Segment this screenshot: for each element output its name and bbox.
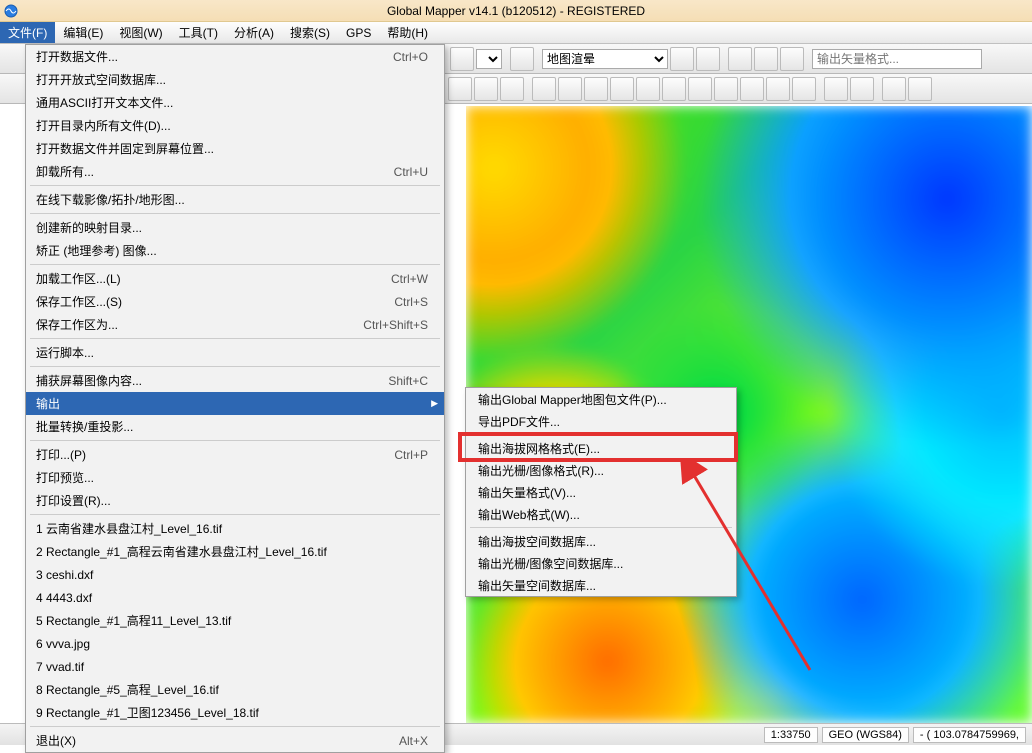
toolbar-btn[interactable] [754,47,778,71]
toolbar-btn[interactable] [766,77,790,101]
file-menu-item[interactable]: 退出(X)Alt+X [26,729,444,752]
file-menu-item[interactable]: 批量转换/重投影... [26,415,444,438]
toolbar-btn[interactable] [670,47,694,71]
export-submenu-item[interactable]: 输出海拔网格格式(E)... [466,437,736,459]
file-menu-item[interactable]: 打开开放式空间数据库... [26,68,444,91]
status-projection: GEO (WGS84) [822,727,909,743]
toolbar-btn[interactable] [510,47,534,71]
file-menu-item[interactable]: 5 Rectangle_#1_高程11_Level_13.tif [26,609,444,632]
export-format-input[interactable] [812,49,982,69]
status-coords: - ( 103.0784759969, [913,727,1026,743]
toolbar-btn[interactable] [824,77,848,101]
status-scale: 1:33750 [764,727,818,743]
toolbar-btn[interactable] [662,77,686,101]
file-menu-item[interactable]: 创建新的映射目录... [26,216,444,239]
toolbar-btn[interactable] [850,77,874,101]
toolbar-btn[interactable] [610,77,634,101]
app-icon [4,4,18,18]
file-menu-item[interactable]: 8 Rectangle_#5_高程_Level_16.tif [26,678,444,701]
toolbar-btn[interactable] [500,77,524,101]
export-submenu-item[interactable]: 输出光栅/图像格式(R)... [466,459,736,481]
menu-search[interactable]: 搜索(S) [282,22,338,43]
toolbar-btn[interactable] [882,77,906,101]
toolbar-btn[interactable] [688,77,712,101]
file-menu-item[interactable]: 打印设置(R)... [26,489,444,512]
file-menu-item[interactable]: 1 云南省建水县盘江村_Level_16.tif [26,517,444,540]
file-menu-item[interactable]: 打开数据文件...Ctrl+O [26,45,444,68]
file-menu-item[interactable]: 输出▶ [26,392,444,415]
menu-analysis[interactable]: 分析(A) [226,22,282,43]
toolbar-btn[interactable] [740,77,764,101]
toolbar-btn[interactable] [792,77,816,101]
export-submenu-item[interactable]: 输出矢量空间数据库... [466,574,736,596]
file-menu-item[interactable]: 通用ASCII打开文本文件... [26,91,444,114]
toolbar-btn[interactable] [450,47,474,71]
file-menu-dropdown: 打开数据文件...Ctrl+O打开开放式空间数据库...通用ASCII打开文本文… [25,44,445,753]
file-menu-item[interactable]: 3 ceshi.dxf [26,563,444,586]
file-menu-item[interactable]: 9 Rectangle_#1_卫图123456_Level_18.tif [26,701,444,724]
toolbar-btn[interactable] [696,47,720,71]
menu-gps[interactable]: GPS [338,22,379,43]
file-menu-item[interactable]: 打印...(P)Ctrl+P [26,443,444,466]
file-menu-item[interactable]: 在线下载影像/拓扑/地形图... [26,188,444,211]
menu-edit[interactable]: 编辑(E) [55,22,111,43]
file-menu-item[interactable]: 加载工作区...(L)Ctrl+W [26,267,444,290]
file-menu-item[interactable]: 保存工作区为...Ctrl+Shift+S [26,313,444,336]
file-menu-item[interactable]: 运行脚本... [26,341,444,364]
toolbar-btn[interactable] [532,77,556,101]
render-mode-select[interactable]: 地图渲晕 [542,49,668,69]
toolbar-select[interactable] [476,49,502,69]
toolbar-btn[interactable] [780,47,804,71]
file-menu-item[interactable]: 打印预览... [26,466,444,489]
export-submenu-item[interactable]: 输出矢量格式(V)... [466,481,736,503]
menu-help[interactable]: 帮助(H) [379,22,436,43]
title-text: Global Mapper v14.1 (b120512) - REGISTER… [387,4,645,18]
export-submenu-item[interactable]: 输出海拔空间数据库... [466,530,736,552]
file-menu-item[interactable]: 保存工作区...(S)Ctrl+S [26,290,444,313]
file-menu-item[interactable]: 4 4443.dxf [26,586,444,609]
toolbar-btn[interactable] [558,77,582,101]
file-menu-item[interactable]: 矫正 (地理参考) 图像... [26,239,444,262]
toolbar-btn[interactable] [474,77,498,101]
menubar: 文件(F) 编辑(E) 视图(W) 工具(T) 分析(A) 搜索(S) GPS … [0,22,1032,44]
file-menu-item[interactable]: 捕获屏幕图像内容...Shift+C [26,369,444,392]
file-menu-item[interactable]: 6 vvva.jpg [26,632,444,655]
export-submenu-item[interactable]: 输出光栅/图像空间数据库... [466,552,736,574]
menu-file[interactable]: 文件(F) [0,22,55,43]
file-menu-item[interactable]: 打开数据文件并固定到屏幕位置... [26,137,444,160]
export-submenu-item[interactable]: 输出Web格式(W)... [466,503,736,525]
file-menu-item[interactable]: 2 Rectangle_#1_高程云南省建水县盘江村_Level_16.tif [26,540,444,563]
toolbar-btn[interactable] [636,77,660,101]
export-submenu-item[interactable]: 导出PDF文件... [466,410,736,432]
toolbar-btn[interactable] [714,77,738,101]
titlebar: Global Mapper v14.1 (b120512) - REGISTER… [0,0,1032,22]
toolbar-btn[interactable] [584,77,608,101]
export-submenu-item[interactable]: 输出Global Mapper地图包文件(P)... [466,388,736,410]
toolbar-btn[interactable] [448,77,472,101]
file-menu-item[interactable]: 打开目录内所有文件(D)... [26,114,444,137]
file-menu-item[interactable]: 7 vvad.tif [26,655,444,678]
menu-tools[interactable]: 工具(T) [171,22,226,43]
toolbar-btn[interactable] [728,47,752,71]
export-submenu: 输出Global Mapper地图包文件(P)...导出PDF文件... 输出海拔… [465,387,737,597]
file-menu-item[interactable]: 卸载所有...Ctrl+U [26,160,444,183]
menu-view[interactable]: 视图(W) [111,22,170,43]
toolbar-btn[interactable] [908,77,932,101]
